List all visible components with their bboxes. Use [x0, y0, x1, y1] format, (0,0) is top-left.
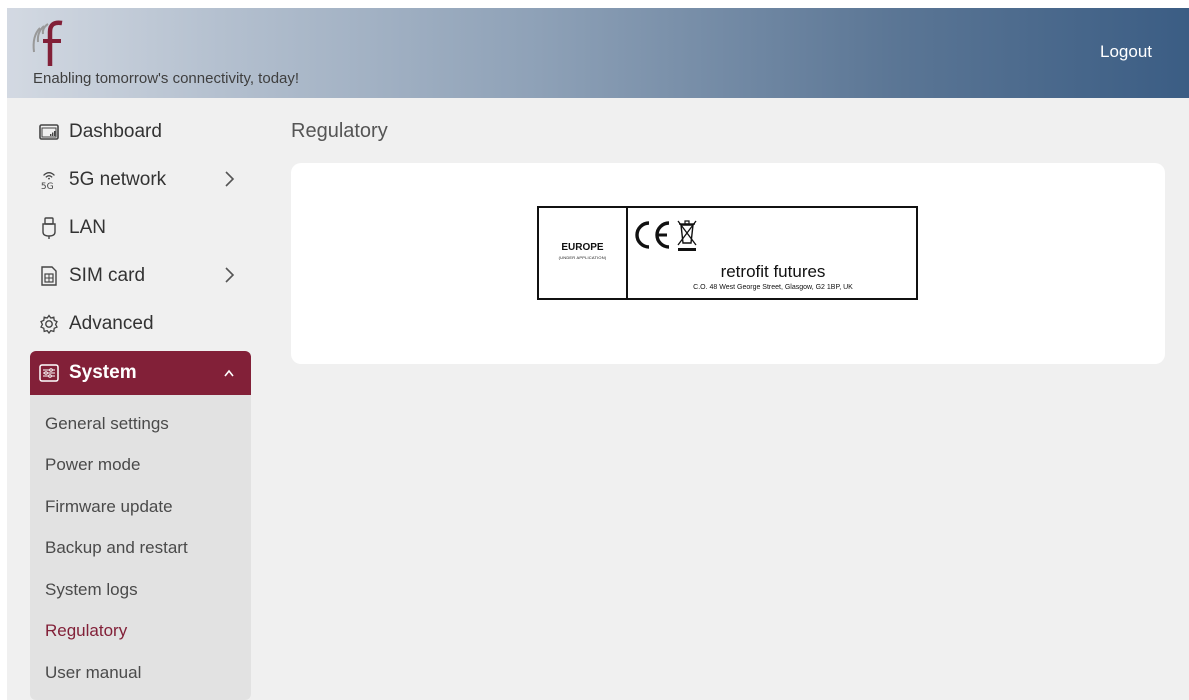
submenu-item-backup-and-restart[interactable]: Backup and restart	[30, 528, 251, 570]
chevron-up-icon	[224, 369, 234, 377]
system-submenu: General settings Power mode Firmware upd…	[30, 395, 251, 700]
submenu-item-power-mode[interactable]: Power mode	[30, 445, 251, 487]
dashboard-icon	[39, 122, 59, 142]
sidebar-item-dashboard[interactable]: Dashboard	[30, 108, 251, 156]
submenu-item-general-settings[interactable]: General settings	[30, 403, 251, 445]
sidebar-item-label: System	[69, 362, 137, 383]
5g-icon: 5G	[39, 170, 59, 191]
logout-button[interactable]: Logout	[1100, 42, 1152, 62]
sidebar-item-advanced[interactable]: Advanced	[30, 300, 251, 348]
sidebar-item-label: 5G network	[69, 169, 167, 190]
sidebar-item-label: Dashboard	[69, 121, 162, 142]
chevron-right-icon	[225, 267, 235, 283]
brand-address: C.O. 48 West George Street, Glasgow, G2 …	[693, 284, 853, 291]
lan-icon	[39, 217, 59, 239]
submenu-item-regulatory[interactable]: Regulatory	[30, 611, 251, 653]
page-title: Regulatory	[291, 120, 388, 142]
header-bar: Enabling tomorrow's connectivity, today!…	[7, 8, 1189, 98]
tagline: Enabling tomorrow's connectivity, today!	[33, 70, 300, 87]
sidebar-item-system[interactable]: System	[30, 351, 251, 395]
ce-mark-icon	[635, 220, 697, 251]
gear-icon	[39, 314, 59, 334]
app-window: Enabling tomorrow's connectivity, today!…	[7, 8, 1189, 700]
submenu-item-firmware-update[interactable]: Firmware update	[30, 486, 251, 528]
sidebar-item-lan[interactable]: LAN	[30, 204, 251, 252]
region-text: EUROPE	[561, 242, 604, 253]
sidebar-item-5g-network[interactable]: 5G 5G network	[30, 156, 251, 204]
sidebar-item-label: Advanced	[69, 313, 154, 334]
regulatory-label-frame: EUROPE (UNDER APPLICATION) retrofit futu…	[537, 206, 918, 300]
submenu-item-system-logs[interactable]: System logs	[30, 569, 251, 611]
weee-bin-icon	[677, 220, 697, 251]
sidebar: Dashboard 5G 5G network LAN SIM card Adv…	[30, 108, 251, 700]
sim-card-icon	[39, 266, 59, 286]
rf-logo-icon	[32, 20, 63, 66]
brand-name: retrofit futures	[720, 262, 826, 281]
regulatory-label: EUROPE (UNDER APPLICATION) retrofit futu…	[531, 200, 928, 310]
chevron-right-icon	[225, 171, 235, 187]
sidebar-item-label: LAN	[69, 217, 106, 238]
region-note: (UNDER APPLICATION)	[558, 255, 607, 260]
sidebar-item-sim-card[interactable]: SIM card	[30, 252, 251, 300]
submenu-item-user-manual[interactable]: User manual	[30, 652, 251, 694]
svg-text:5G: 5G	[41, 182, 54, 191]
sidebar-item-label: SIM card	[69, 265, 146, 286]
regulatory-card: EUROPE (UNDER APPLICATION) retrofit futu…	[291, 163, 1165, 364]
system-icon	[39, 363, 59, 383]
